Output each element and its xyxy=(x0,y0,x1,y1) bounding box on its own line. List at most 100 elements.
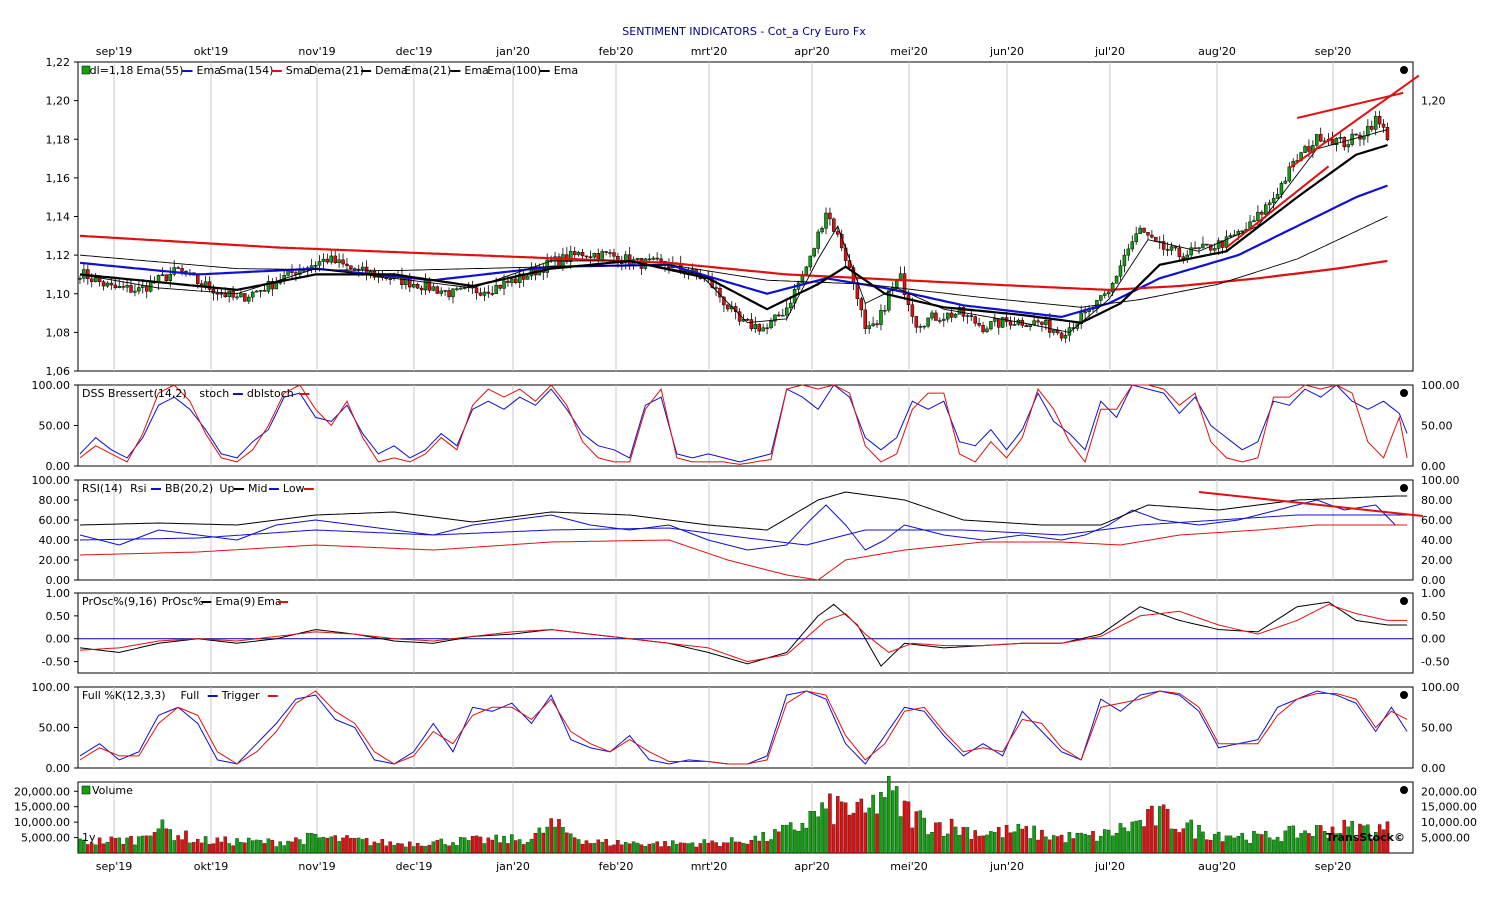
legend-item: Ema(21) xyxy=(404,64,451,77)
candle-body xyxy=(953,313,958,318)
y-tick-left: -0.50 xyxy=(42,656,70,669)
volume-bar xyxy=(247,837,251,854)
candle-body xyxy=(1008,321,1013,326)
candle-body xyxy=(196,274,200,284)
y-tick-right: 40.00 xyxy=(1421,534,1453,547)
legend-item: Sma xyxy=(286,64,310,77)
x-tick-label-bottom: nov'19 xyxy=(298,860,335,873)
volume-bar xyxy=(215,837,220,854)
candle-body xyxy=(411,283,416,288)
candle-body xyxy=(1228,235,1233,238)
x-tick-label-top: sep'19 xyxy=(96,45,133,58)
x-tick-label-bottom: feb'20 xyxy=(599,860,634,873)
volume-bar xyxy=(993,832,997,854)
watermark: TransStock© xyxy=(1326,831,1405,844)
volume-bar xyxy=(368,845,373,854)
volume-bar xyxy=(1040,829,1044,854)
candle-body xyxy=(1287,166,1292,182)
candle-body xyxy=(1059,332,1064,339)
x-tick-label-bottom: apr'20 xyxy=(794,860,829,873)
volume-bar xyxy=(1256,833,1260,854)
volume-bar xyxy=(1118,823,1123,854)
volume-bar xyxy=(1154,825,1158,854)
candle-body xyxy=(745,318,750,321)
volume-bar xyxy=(517,839,522,854)
volume-bar xyxy=(302,844,306,854)
candle-body xyxy=(922,325,926,328)
volume-bar xyxy=(553,826,557,854)
volume-bar xyxy=(1150,805,1154,854)
legend-item: dblstoch xyxy=(247,387,294,400)
volume-bar xyxy=(561,827,565,854)
volume-bar xyxy=(254,839,259,854)
candle-body xyxy=(965,315,970,317)
candle-body xyxy=(1240,230,1244,233)
candle-body xyxy=(474,287,479,294)
volume-bar xyxy=(172,840,176,854)
y-tick-right: 100.00 xyxy=(1421,379,1460,392)
candle-body xyxy=(938,320,942,322)
volume-bar xyxy=(345,835,349,854)
volume-bar xyxy=(1138,820,1142,854)
candle-body xyxy=(879,310,883,325)
volume-bar xyxy=(682,842,687,854)
volume-bar xyxy=(922,817,926,854)
candle-body xyxy=(498,284,502,289)
volume-bar xyxy=(447,845,451,854)
volume-bar xyxy=(1197,825,1201,854)
volume-bar xyxy=(129,836,133,854)
x-tick-label-top: jul'20 xyxy=(1094,45,1125,58)
volume-bar xyxy=(349,838,353,854)
volume-bar xyxy=(572,837,577,854)
volume-bar xyxy=(804,827,809,854)
candle-body xyxy=(113,284,118,288)
volume-bar xyxy=(777,831,781,854)
candle-body xyxy=(1264,204,1268,215)
x-tick-label-bottom: jan'20 xyxy=(495,860,530,873)
candle-body xyxy=(125,285,129,288)
volume-bar xyxy=(1110,835,1115,854)
candle-body xyxy=(1040,321,1044,325)
volume-bar xyxy=(836,796,840,854)
volume-bar xyxy=(737,841,742,854)
volume-bar xyxy=(698,843,703,854)
candle-body xyxy=(325,258,330,263)
volume-bar xyxy=(718,846,722,854)
volume-bar xyxy=(584,840,589,854)
volume-bar xyxy=(1299,833,1303,854)
volume-bar xyxy=(278,841,282,854)
volume-bar xyxy=(164,828,169,854)
candle-body xyxy=(1271,198,1276,204)
legend-item: Volume xyxy=(92,784,133,797)
candle-body xyxy=(1012,324,1017,326)
volume-bar xyxy=(714,842,718,854)
volume-bar xyxy=(144,835,149,854)
volume-bar xyxy=(796,830,801,854)
volume-bar xyxy=(137,836,141,854)
volume-bar xyxy=(203,836,208,854)
candle-body xyxy=(859,298,864,311)
candle-body xyxy=(812,248,816,257)
candle-body xyxy=(1205,243,1209,246)
candle-body xyxy=(227,290,231,297)
volume-bar xyxy=(333,835,337,854)
volume-bar xyxy=(290,841,294,854)
volume-bar xyxy=(894,786,899,854)
panel-frame-1 xyxy=(77,61,1414,372)
volume-bar xyxy=(364,838,369,854)
x-tick-label-bottom: jul'20 xyxy=(1094,860,1125,873)
legend-item: Sma(154) xyxy=(219,64,273,77)
volume-bar xyxy=(478,836,483,854)
volume-bar xyxy=(1055,836,1060,854)
candle-body xyxy=(1114,275,1119,284)
candle-body xyxy=(1063,334,1068,339)
legend-item: Ema(55) xyxy=(136,64,183,77)
y-tick-left: 1,22 xyxy=(46,56,71,69)
volume-bar xyxy=(918,810,922,854)
y-tick-left: 15,000.00 xyxy=(14,801,70,814)
x-tick-label-top: jan'20 xyxy=(495,45,530,58)
volume-bar xyxy=(1232,837,1237,854)
legend-item: Full %K(12,3,3) xyxy=(82,689,166,702)
volume-bar xyxy=(1134,820,1138,854)
volume-bar xyxy=(726,842,730,854)
